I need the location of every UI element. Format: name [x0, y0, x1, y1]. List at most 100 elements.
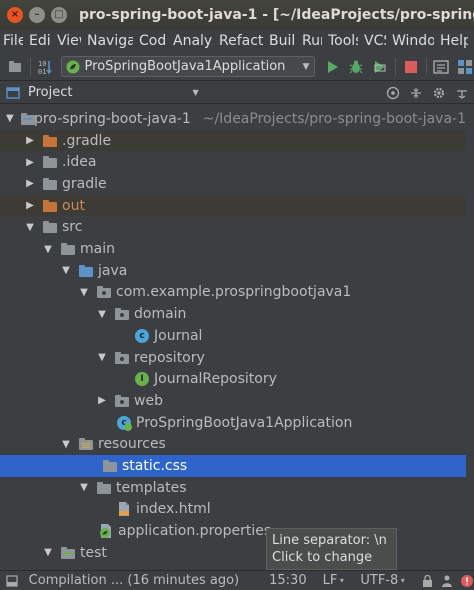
- menu-edit[interactable]: Edit: [29, 33, 51, 49]
- collapse-all-icon[interactable]: [408, 85, 424, 101]
- chevron-right-icon[interactable]: ▶: [24, 135, 36, 147]
- menu-refactor[interactable]: Refactor: [219, 33, 263, 49]
- tree-label: templates: [116, 479, 187, 496]
- menu-tools[interactable]: Tools: [328, 33, 358, 49]
- menu-window[interactable]: Window: [392, 33, 434, 49]
- folder-icon: [42, 219, 58, 235]
- chevron-down-icon[interactable]: ▼: [78, 286, 90, 298]
- tree-label: Journal: [154, 327, 203, 344]
- tree-label: src: [62, 219, 83, 236]
- tree-node-main[interactable]: ▼ main: [0, 238, 466, 260]
- caret-position[interactable]: 15:30: [269, 573, 306, 588]
- event-log-icon[interactable]: [460, 574, 474, 588]
- run-icon[interactable]: [323, 58, 341, 76]
- chevron-right-icon[interactable]: ▶: [24, 200, 36, 212]
- hector-inspector-icon[interactable]: [440, 574, 454, 588]
- tool-window-toggle-icon[interactable]: [6, 574, 19, 588]
- tree-node-idea[interactable]: ▶ .idea: [0, 151, 466, 173]
- menu-view[interactable]: View: [57, 33, 81, 49]
- chevron-down-icon[interactable]: ▼: [96, 352, 108, 364]
- tree-node-gradle[interactable]: ▶ gradle: [0, 173, 466, 195]
- lock-icon[interactable]: [421, 574, 434, 588]
- chevron-down-icon[interactable]: ▼: [42, 547, 54, 559]
- gear-icon[interactable]: [431, 85, 447, 101]
- chevron-down-icon: ▾: [400, 576, 405, 585]
- chevron-down-icon[interactable]: ▼: [96, 308, 108, 320]
- tree-label: repository: [134, 349, 205, 366]
- menu-navigate[interactable]: Navigate: [87, 33, 133, 49]
- status-message[interactable]: Compilation ... (16 minutes ago): [29, 573, 239, 588]
- test-folder-icon: [60, 545, 76, 561]
- chevron-down-icon[interactable]: ▼: [6, 113, 14, 125]
- stop-icon[interactable]: [402, 58, 420, 76]
- chevron-right-icon[interactable]: ▶: [96, 395, 108, 407]
- tree-node-java[interactable]: ▼ java: [0, 260, 466, 282]
- package-icon: [114, 393, 130, 409]
- chevron-down-icon[interactable]: ▼: [192, 88, 198, 97]
- tree-label: domain: [134, 306, 187, 323]
- package-icon: [114, 350, 130, 366]
- tree-node-repository[interactable]: ▼ repository: [0, 347, 466, 369]
- project-structure-icon[interactable]: [6, 58, 24, 76]
- package-icon: [114, 306, 130, 322]
- tree-node-static-css[interactable]: static.css: [0, 455, 466, 477]
- build-icon[interactable]: 10 01: [37, 58, 55, 76]
- tree-node-index-html[interactable]: index.html: [0, 499, 466, 521]
- tree-node-web[interactable]: ▶ web: [0, 390, 466, 412]
- tree-node-templates[interactable]: ▼ templates: [0, 477, 466, 499]
- tree-node-application-class[interactable]: c ProSpringBootJava1Application: [0, 412, 466, 434]
- line-separator-widget[interactable]: LF: [323, 573, 338, 588]
- menu-build[interactable]: Build: [269, 33, 296, 49]
- chevron-down-icon[interactable]: ▼: [60, 265, 72, 277]
- folder-icon: [20, 111, 35, 127]
- tree-node-journal-repository[interactable]: I JournalRepository: [0, 368, 466, 390]
- tree-node-project-root[interactable]: ▼ pro-spring-boot-java-1 ~/IdeaProjects/…: [0, 108, 466, 130]
- project-path: ~/IdeaProjects/pro-spring-boot-java-1: [202, 110, 466, 127]
- tree-node-domain[interactable]: ▼ domain: [0, 303, 466, 325]
- hide-panel-icon[interactable]: [454, 85, 470, 101]
- menu-vcs[interactable]: VCS: [364, 33, 386, 49]
- tree-label: index.html: [136, 501, 211, 518]
- tree-node-gradle-cache[interactable]: ▶ .gradle: [0, 129, 466, 152]
- chevron-down-icon[interactable]: ▼: [78, 482, 90, 494]
- tooltip-line-1: Line separator: \n: [272, 533, 387, 548]
- html-file-icon: [116, 501, 132, 517]
- package-icon: [96, 284, 112, 300]
- tree-node-resources[interactable]: ▼ resources: [0, 434, 466, 456]
- tree-node-out[interactable]: ▶ out: [0, 194, 466, 217]
- menu-run[interactable]: Run: [302, 33, 322, 49]
- svg-text:10: 10: [38, 60, 46, 68]
- menu-file[interactable]: File: [3, 33, 23, 49]
- chevron-right-icon[interactable]: ▶: [24, 156, 36, 168]
- folder-icon: [96, 480, 112, 496]
- interface-icon: I: [134, 371, 150, 387]
- run-with-coverage-icon[interactable]: [371, 58, 389, 76]
- menu-analyze[interactable]: Analyze: [173, 33, 213, 49]
- chevron-right-icon[interactable]: ▶: [24, 178, 36, 190]
- project-panel-header: Project ▼: [0, 82, 474, 104]
- minimize-window-button[interactable]: –: [29, 7, 45, 23]
- menu-code[interactable]: Code: [139, 33, 167, 49]
- tree-node-package-root[interactable]: ▼ com.example.prospringbootjava1: [0, 282, 466, 304]
- chevron-down-icon[interactable]: ▼: [24, 221, 36, 233]
- file-encoding-widget[interactable]: UTF-8: [360, 573, 398, 588]
- tree-label: .gradle: [62, 132, 112, 149]
- menu-help[interactable]: Help: [440, 33, 468, 49]
- main-toolbar: 10 01 ProSpringBootJava1Application ▼: [0, 53, 474, 81]
- chevron-down-icon[interactable]: ▼: [42, 243, 54, 255]
- chevron-down-icon[interactable]: ▼: [60, 438, 72, 450]
- debug-icon[interactable]: [347, 58, 365, 76]
- maximize-window-button[interactable]: □: [51, 7, 67, 23]
- project-panel-title[interactable]: Project: [28, 85, 72, 100]
- project-settings-icon[interactable]: [432, 58, 450, 76]
- source-folder-icon: [78, 263, 94, 279]
- scroll-from-source-icon[interactable]: [385, 85, 401, 101]
- close-window-button[interactable]: ×: [7, 7, 23, 23]
- tooltip-line-2: Click to change: [272, 550, 373, 565]
- tree-label: test: [80, 544, 107, 561]
- tree-node-journal-class[interactable]: c Journal: [0, 325, 466, 347]
- sdk-settings-icon[interactable]: [456, 58, 474, 76]
- tree-scrollbar[interactable]: [467, 106, 474, 570]
- tree-node-src[interactable]: ▼ src: [0, 217, 466, 239]
- run-configuration-select[interactable]: ProSpringBootJava1Application ▼: [60, 56, 316, 77]
